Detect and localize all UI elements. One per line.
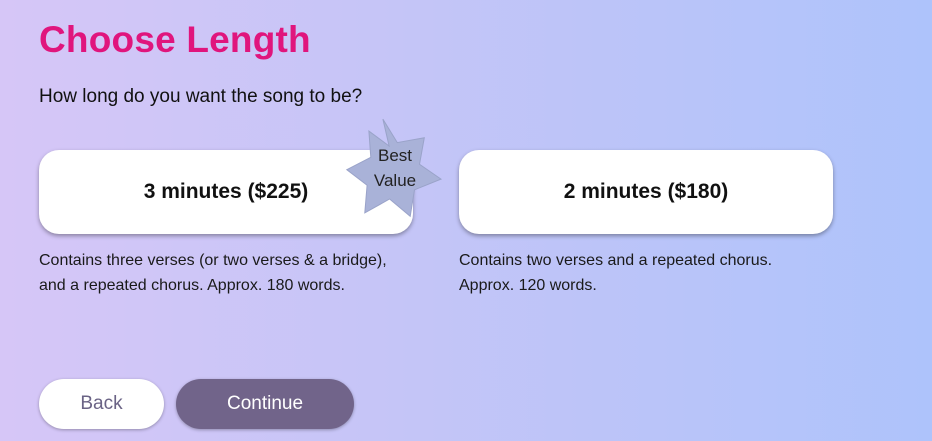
option-3-minutes-label: 3 minutes ($225) [143,180,309,203]
option-2-minutes-description: Contains two verses and a repeated choru… [459,252,773,294]
best-value-text: Best Value [373,146,417,190]
continue-button[interactable]: Continue [176,379,354,429]
option-2-minutes-button[interactable]: 2 minutes ($180) [459,150,833,234]
option-3-minutes-description: Contains three verses (or two verses & a… [39,252,387,294]
back-button[interactable]: Back [39,379,164,429]
best-value-badge: Best Value [343,116,447,220]
page-title: Choose Length [39,19,311,60]
length-question: How long do you want the song to be? [39,86,363,107]
option-2-minutes-label: 2 minutes ($180) [563,180,729,203]
